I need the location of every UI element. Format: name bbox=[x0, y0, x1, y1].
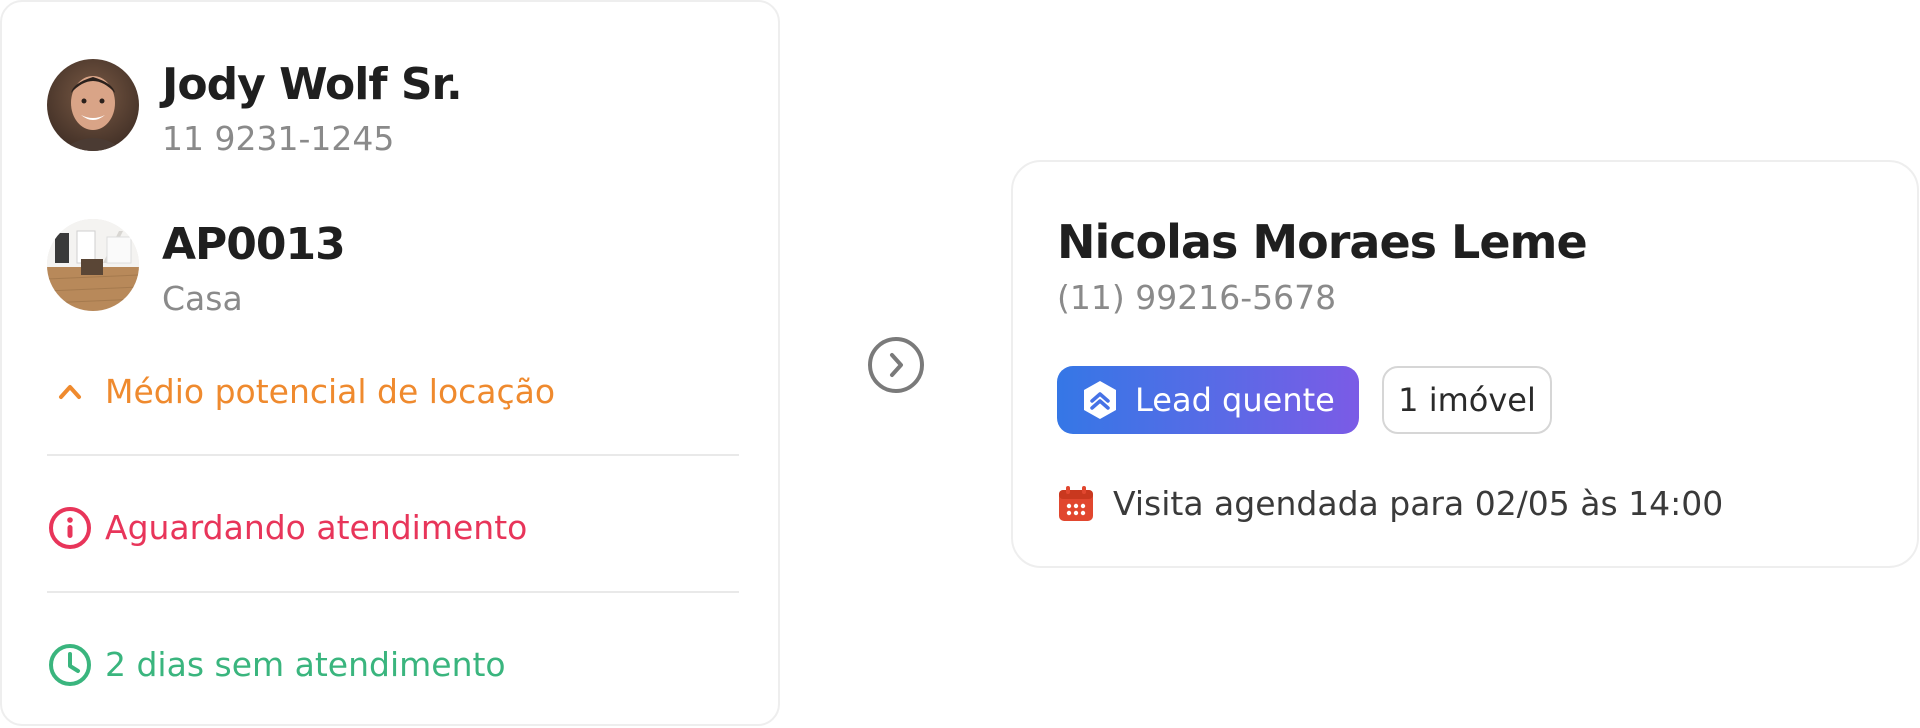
scheduled-visit-row: Visita agendada para 02/05 às 14:00 bbox=[1057, 482, 1723, 526]
property-thumbnail bbox=[47, 219, 139, 311]
hot-lead-label: Lead quente bbox=[1135, 381, 1335, 419]
clock-icon bbox=[47, 642, 93, 688]
info-icon bbox=[47, 505, 93, 551]
contact-phone: 11 9231-1245 bbox=[162, 119, 395, 158]
waiting-status-row: Aguardando atendimento bbox=[47, 503, 527, 553]
agent-name: Nicolas Moraes Leme bbox=[1057, 215, 1588, 269]
chevron-right-circle-icon[interactable] bbox=[867, 336, 925, 394]
contact-avatar bbox=[47, 59, 139, 151]
rental-potential-row: Médio potencial de locação bbox=[47, 367, 555, 417]
calendar-icon bbox=[1059, 486, 1093, 521]
divider bbox=[47, 454, 739, 456]
agent-card[interactable]: Nicolas Moraes Leme (11) 99216-5678 Lead… bbox=[1011, 160, 1919, 568]
contact-name: Jody Wolf Sr. bbox=[162, 59, 463, 110]
rental-potential-label: Médio potencial de locação bbox=[105, 372, 556, 411]
properties-count-badge[interactable]: 1 imóvel bbox=[1382, 366, 1552, 434]
divider bbox=[47, 591, 739, 593]
hot-lead-badge[interactable]: Lead quente bbox=[1057, 366, 1359, 434]
agent-phone: (11) 99216-5678 bbox=[1057, 278, 1337, 317]
days-without-service-label: 2 dias sem atendimento bbox=[105, 645, 506, 684]
property-row: AP0013 Casa bbox=[47, 219, 346, 321]
scheduled-visit-label: Visita agendada para 02/05 às 14:00 bbox=[1113, 484, 1724, 523]
page: Jody Wolf Sr. 11 9231-1245 AP0013 Casa M… bbox=[0, 0, 1920, 728]
property-code: AP0013 bbox=[162, 219, 346, 270]
hot-lead-icon bbox=[1084, 381, 1116, 419]
property-type: Casa bbox=[162, 279, 243, 318]
days-without-service-row: 2 dias sem atendimento bbox=[47, 640, 506, 690]
lead-card[interactable]: Jody Wolf Sr. 11 9231-1245 AP0013 Casa M… bbox=[0, 0, 780, 726]
chevron-up-icon bbox=[47, 369, 93, 415]
contact-row: Jody Wolf Sr. 11 9231-1245 bbox=[47, 59, 463, 161]
waiting-status-label: Aguardando atendimento bbox=[105, 508, 528, 547]
